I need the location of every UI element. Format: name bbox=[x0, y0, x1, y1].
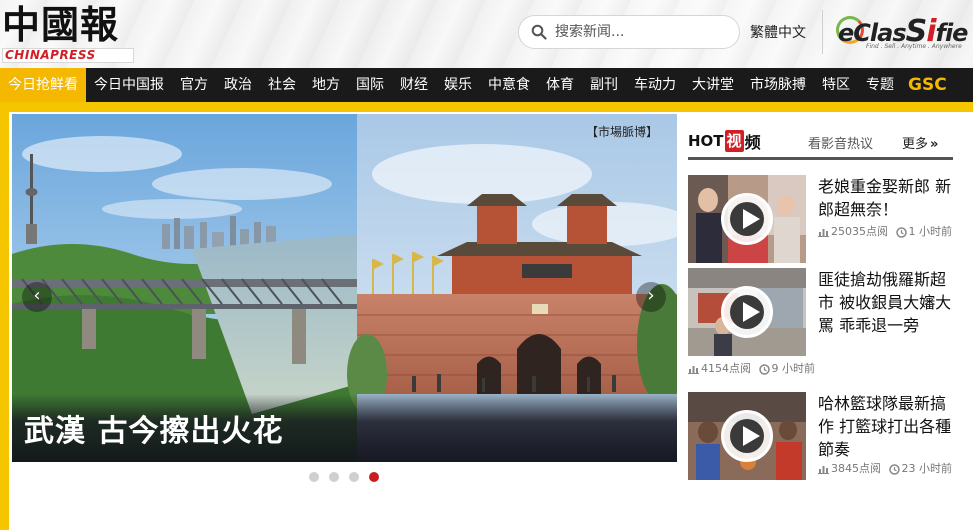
hot-video-description: 看影音热议 bbox=[808, 137, 874, 152]
nav-item-supplement[interactable]: 副刊 bbox=[582, 68, 626, 102]
hot-video-header: HOT 视 频 看影音热议 更多» bbox=[688, 120, 953, 160]
clock-icon bbox=[888, 463, 900, 475]
video-thumbnail[interactable] bbox=[688, 392, 806, 480]
nav-item-society[interactable]: 社会 bbox=[260, 68, 304, 102]
nav-item-international[interactable]: 国际 bbox=[348, 68, 392, 102]
video-views: 25035点阅 bbox=[831, 225, 888, 238]
header-divider bbox=[822, 10, 823, 54]
search-icon bbox=[531, 24, 547, 40]
video-time: 23 小时前 bbox=[901, 462, 953, 475]
search-input[interactable] bbox=[555, 18, 725, 46]
chevron-double-right-icon: » bbox=[930, 137, 939, 152]
play-icon[interactable] bbox=[721, 410, 773, 462]
video-thumbnail[interactable] bbox=[688, 268, 806, 356]
video-meta: 25035点阅 1 小时前 bbox=[818, 224, 953, 240]
nav-gsc-logo[interactable]: GSC bbox=[902, 68, 953, 102]
slider-pagination bbox=[309, 472, 379, 484]
clock-icon bbox=[758, 363, 770, 375]
eclassified-tagline: Find . Sell . Anytime . Anywhere bbox=[866, 43, 962, 50]
search-box[interactable] bbox=[518, 15, 740, 49]
nav-item-auto[interactable]: 车动力 bbox=[626, 68, 684, 102]
slide-category-tag: 【市場脈博】 bbox=[586, 125, 659, 139]
nav-item-sports[interactable]: 体育 bbox=[538, 68, 582, 102]
hot-logo-pin: 频 bbox=[744, 133, 761, 152]
video-meta: 4154点阅 9 小时前 bbox=[688, 361, 953, 377]
video-title[interactable]: 匪徒搶劫俄羅斯超市 被收銀員大嬸大罵 乖乖退一旁 bbox=[818, 268, 953, 337]
slider-dot-4[interactable] bbox=[369, 472, 379, 482]
hot-video-panel: HOT 视 频 看影音热议 更多» 老娘重金娶新郎 新郎超無奈！ 25035点阅… bbox=[688, 120, 953, 530]
hot-logo-shi: 视 bbox=[724, 130, 744, 152]
slider-dot-1[interactable] bbox=[309, 472, 319, 482]
slider-next-button[interactable]: › bbox=[636, 282, 666, 312]
bar-chart-icon bbox=[818, 229, 829, 237]
more-label: 更多 bbox=[902, 137, 929, 152]
more-videos-link[interactable]: 更多» bbox=[902, 133, 938, 153]
nav-item-local[interactable]: 地方 bbox=[304, 68, 348, 102]
main-nav: 今日抢鲜看 今日中国报 官方 政治 社会 地方 国际 财经 娱乐 中意食 体育 … bbox=[0, 68, 973, 102]
video-views: 3845点阅 bbox=[831, 462, 881, 475]
nav-item-finance[interactable]: 财经 bbox=[392, 68, 436, 102]
featured-slider[interactable]: 【市場脈博】 武漢 古今擦出火花 ‹ › bbox=[12, 114, 677, 462]
clock-icon bbox=[895, 226, 907, 238]
eclassified-logo[interactable]: eClasSifie Find . Sell . Anytime . Anywh… bbox=[834, 10, 973, 54]
video-views: 4154点阅 bbox=[701, 362, 751, 375]
traditional-chinese-link[interactable]: 繁體中文 bbox=[750, 22, 806, 42]
video-item[interactable]: 哈林籃球隊最新搞作 打籃球打出各種節奏 3845点阅 23 小时前 bbox=[688, 392, 953, 492]
logo-english-text: CHINAPRESS bbox=[2, 48, 134, 63]
nav-item-market[interactable]: 市场脉搏 bbox=[742, 68, 814, 102]
slider-dot-2[interactable] bbox=[329, 472, 339, 482]
nav-item-latest[interactable]: 今日抢鲜看 bbox=[0, 68, 86, 102]
nav-item-topics[interactable]: 专题 bbox=[858, 68, 902, 102]
video-meta: 3845点阅 23 小时前 bbox=[818, 461, 953, 477]
bar-chart-icon bbox=[818, 466, 829, 474]
nav-item-politics[interactable]: 政治 bbox=[216, 68, 260, 102]
nav-item-food[interactable]: 中意食 bbox=[480, 68, 538, 102]
video-item[interactable]: 老娘重金娶新郎 新郎超無奈！ 25035点阅 1 小时前 bbox=[688, 175, 953, 275]
video-item[interactable]: 匪徒搶劫俄羅斯超市 被收銀員大嬸大罵 乖乖退一旁 4154点阅 9 小时前 bbox=[688, 268, 953, 375]
video-title[interactable]: 老娘重金娶新郎 新郎超無奈！ bbox=[818, 175, 953, 221]
hot-logo-hot: HOT bbox=[688, 132, 724, 150]
video-title[interactable]: 哈林籃球隊最新搞作 打籃球打出各種節奏 bbox=[818, 392, 953, 461]
video-time: 1 小时前 bbox=[908, 225, 953, 238]
play-icon[interactable] bbox=[721, 286, 773, 338]
play-icon[interactable] bbox=[721, 193, 773, 245]
slide-caption[interactable]: 武漢 古今擦出火花 bbox=[24, 410, 283, 454]
video-time: 9 小时前 bbox=[771, 362, 816, 375]
video-thumbnail[interactable] bbox=[688, 175, 806, 263]
china-press-logo[interactable]: 中國報 CHINAPRESS bbox=[2, 2, 134, 64]
nav-item-entertainment[interactable]: 娱乐 bbox=[436, 68, 480, 102]
hot-video-logo: HOT 视 频 bbox=[688, 128, 761, 154]
nav-item-forum[interactable]: 大讲堂 bbox=[684, 68, 742, 102]
slider-dot-3[interactable] bbox=[349, 472, 359, 482]
site-header: 中國報 CHINAPRESS 繁體中文 eClasSifie Find . Se… bbox=[0, 0, 973, 68]
bar-chart-icon bbox=[688, 366, 699, 374]
slider-prev-button[interactable]: ‹ bbox=[22, 282, 52, 312]
nav-item-special-zone[interactable]: 特区 bbox=[814, 68, 858, 102]
logo-chinese-text: 中國報 bbox=[2, 2, 120, 47]
nav-item-official[interactable]: 官方 bbox=[172, 68, 216, 102]
nav-item-today-paper[interactable]: 今日中国报 bbox=[86, 68, 172, 102]
